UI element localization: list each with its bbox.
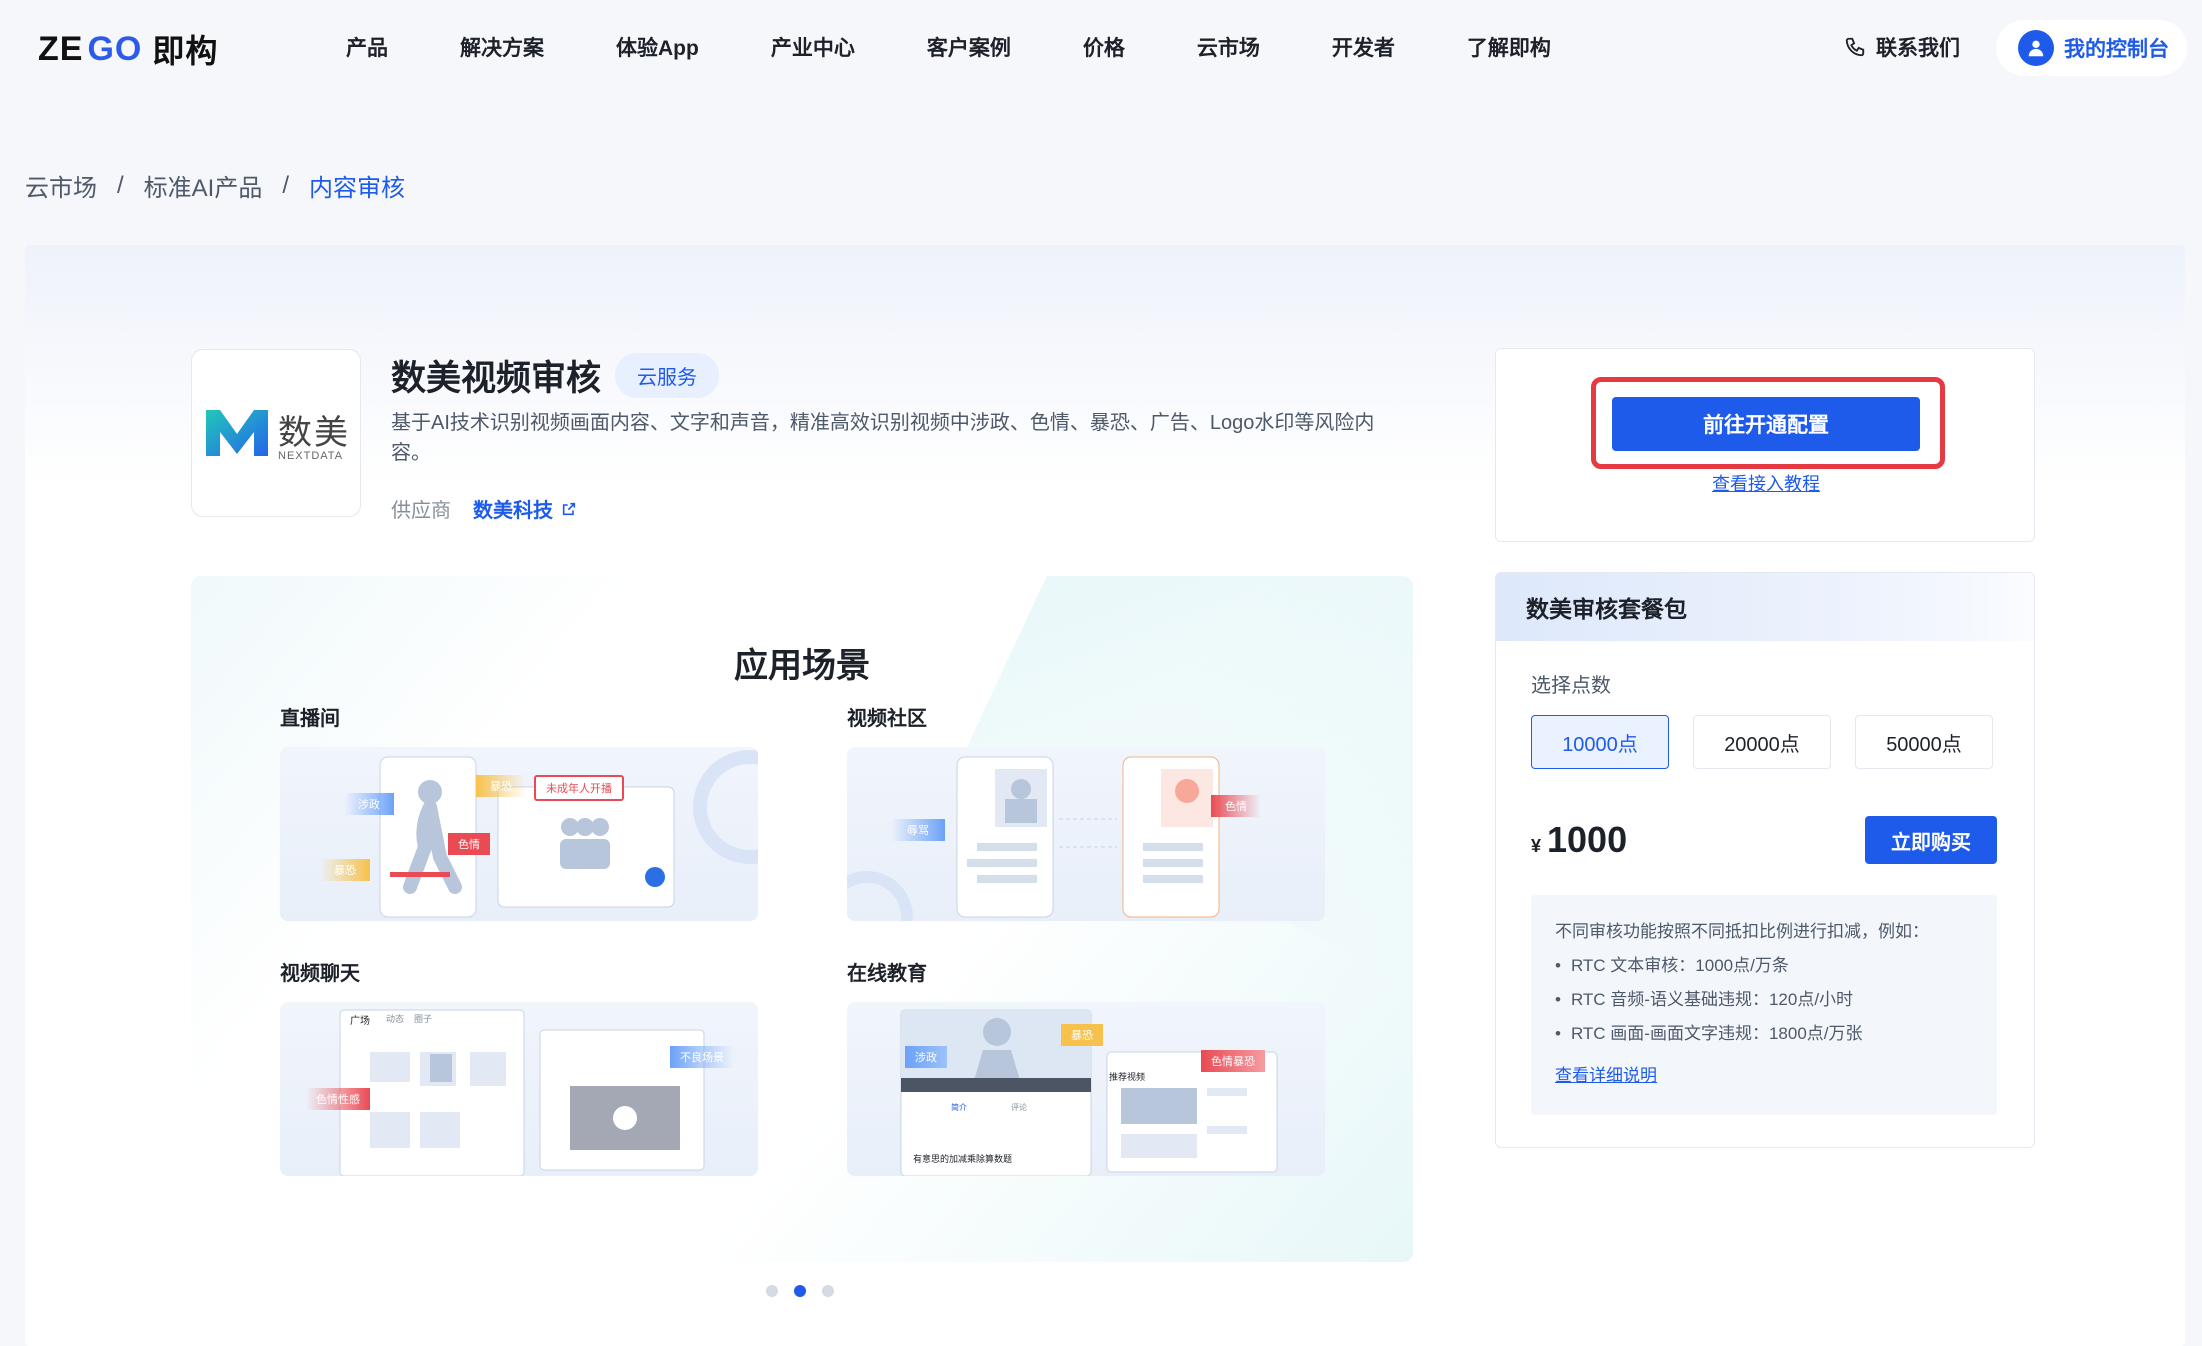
tag-bad-scene: 不良场景 [670, 1046, 734, 1068]
supplier-label: 供应商 [391, 500, 451, 522]
points-option-10000[interactable]: 10000点 [1531, 715, 1669, 769]
tag-porn-violence: 色情暴恐 [1201, 1050, 1265, 1072]
subtab-comments: 评论 [1011, 1103, 1027, 1112]
logo-cn: 即构 [152, 33, 219, 69]
logo-latin-ze: ZE [38, 29, 84, 68]
note-item: RTC 音频-语义基础违规：120点/小时 [1555, 983, 1973, 1017]
breadcrumb: 云市场 / 标准AI产品 / 内容审核 [25, 168, 405, 203]
breadcrumb-item-current: 内容审核 [309, 175, 406, 202]
tab-moments: 动态 [386, 1014, 405, 1024]
note-item: RTC 画面-画面文字违规：1800点/万张 [1555, 1017, 1973, 1051]
product-logo-text: 数美 [278, 413, 350, 452]
user-avatar-icon [2018, 30, 2054, 66]
nav-menu: 产品 解决方案 体验App 产业中心 客户案例 价格 云市场 开发者 了解即构 [346, 32, 1623, 62]
nav-item-marketplace[interactable]: 云市场 [1197, 32, 1260, 62]
carousel-pager [766, 1285, 834, 1297]
tag-porn: 色情 [1211, 795, 1261, 817]
package-card: 数美审核套餐包 选择点数 10000点 20000点 50000点 ¥ 1000… [1495, 572, 2035, 1148]
nav-item-about[interactable]: 了解即构 [1467, 32, 1551, 62]
nav-item-pricing[interactable]: 价格 [1083, 32, 1125, 62]
go-to-setup-button[interactable]: 前往开通配置 [1612, 397, 1920, 451]
supplier-row: 供应商 数美科技 [391, 494, 577, 523]
cta-card: 前往开通配置 查看接入教程 [1495, 348, 2035, 542]
pager-dot-3[interactable] [822, 1285, 834, 1297]
pager-dot-1[interactable] [766, 1285, 778, 1297]
scenarios-carousel: 应用场景 直播间 未成年人开播 涉政 暴恐 色情 暴恐 视频社区 辱骂 色情 视… [191, 576, 1413, 1262]
tab-plaza: 广场 [350, 1016, 370, 1027]
tab-circles: 圈子 [414, 1014, 433, 1024]
tag-politics: 涉政 [344, 793, 394, 815]
brand-logo[interactable]: ZE GO 即构 [38, 26, 218, 72]
scenario-image: 广场 动态 圈子 色情性感 不良场景 [280, 1002, 758, 1176]
education-caption: 有意思的加减乘除算数题 [913, 1154, 1013, 1164]
scenario-online-education: 在线教育 涉政 暴恐 色情暴恐 推荐视频 简介 评论 有意思的加减乘除算数题 [847, 957, 1325, 1176]
scenarios-title: 应用场景 [734, 647, 870, 685]
nav-item-developers[interactable]: 开发者 [1332, 32, 1395, 62]
scenario-label: 视频聊天 [280, 963, 360, 985]
minor-broadcast-warning: 未成年人开播 [534, 775, 624, 801]
breadcrumb-item-marketplace[interactable]: 云市场 [25, 168, 97, 203]
contact-us-link[interactable]: 联系我们 [1844, 32, 1960, 62]
console-label: 我的控制台 [2064, 38, 2169, 61]
price-value: 1000 [1547, 819, 1628, 860]
scenario-image: 辱骂 色情 [847, 747, 1325, 921]
pager-dot-2[interactable] [794, 1285, 806, 1297]
breadcrumb-item-ai-products[interactable]: 标准AI产品 [144, 168, 263, 203]
product-header: 数美视频审核 云服务 [391, 350, 720, 401]
breadcrumb-separator: / [282, 171, 290, 199]
currency-symbol: ¥ [1531, 836, 1542, 856]
scenario-image: 未成年人开播 涉政 暴恐 色情 暴恐 [280, 747, 758, 921]
view-details-link[interactable]: 查看详细说明 [1555, 1059, 1657, 1093]
scenario-label: 视频社区 [847, 708, 927, 730]
view-tutorial-link[interactable]: 查看接入教程 [1496, 470, 2036, 496]
tag-politics: 涉政 [905, 1046, 947, 1068]
scenario-video-chat: 视频聊天 广场 动态 圈子 色情性感 不良场景 [280, 957, 758, 1176]
nav-item-demo-app[interactable]: 体验App [616, 32, 699, 62]
nav-item-products[interactable]: 产品 [346, 32, 388, 62]
nav-item-cases[interactable]: 客户案例 [927, 32, 1011, 62]
phone-icon [1845, 37, 1865, 57]
shumei-logo-icon [206, 410, 268, 456]
subtab-intro: 简介 [951, 1103, 967, 1112]
supplier-name: 数美科技 [473, 500, 553, 522]
tag-violence: 暴恐 [476, 775, 526, 797]
nav-item-solutions[interactable]: 解决方案 [460, 32, 544, 62]
scenario-image: 涉政 暴恐 色情暴恐 推荐视频 简介 评论 有意思的加减乘除算数题 [847, 1002, 1325, 1176]
product-tag: 云服务 [615, 353, 720, 398]
buy-now-button[interactable]: 立即购买 [1865, 816, 1997, 864]
scenario-video-community: 视频社区 辱骂 色情 [847, 702, 1325, 921]
price: ¥ 1000 [1531, 819, 1627, 861]
nav-item-industry[interactable]: 产业中心 [771, 32, 855, 62]
logo-latin-go: GO [87, 29, 143, 68]
external-link-icon [562, 502, 576, 515]
console-button[interactable]: 我的控制台 [1996, 20, 2187, 76]
product-logo: 数美 NEXTDATA [191, 349, 361, 517]
tag-violence: 暴恐 [1061, 1024, 1103, 1046]
points-options: 10000点 20000点 50000点 [1531, 715, 1993, 769]
notes-intro: 不同审核功能按照不同抵扣比例进行扣减，例如： [1555, 922, 1929, 941]
contact-us-label: 联系我们 [1876, 37, 1960, 60]
recommended-videos-label: 推荐视频 [1109, 1072, 1146, 1082]
scenario-label: 直播间 [280, 708, 340, 730]
select-points-label: 选择点数 [1531, 675, 1611, 697]
supplier-link[interactable]: 数美科技 [473, 494, 577, 523]
note-item: RTC 文本审核：1000点/万条 [1555, 949, 1973, 983]
scenario-live-room: 直播间 未成年人开播 涉政 暴恐 色情 暴恐 [280, 702, 758, 921]
top-nav: ZE GO 即构 产品 解决方案 体验App 产业中心 客户案例 价格 云市场 开… [0, 0, 2202, 96]
breadcrumb-separator: / [117, 171, 124, 199]
product-title: 数美视频审核 [391, 359, 602, 398]
points-option-20000[interactable]: 20000点 [1693, 715, 1831, 769]
tag-porn-sexy: 色情性感 [306, 1088, 370, 1110]
scenario-label: 在线教育 [847, 963, 927, 985]
points-option-50000[interactable]: 50000点 [1855, 715, 1993, 769]
product-description: 基于AI技术识别视频画面内容、文字和声音，精准高效识别视频中涉政、色情、暴恐、广… [391, 412, 1375, 464]
tag-abuse: 辱骂 [891, 819, 945, 841]
package-notes: 不同审核功能按照不同抵扣比例进行扣减，例如： RTC 文本审核：1000点/万条… [1531, 895, 1997, 1115]
package-title: 数美审核套餐包 [1496, 573, 2034, 641]
tag-porn: 色情 [448, 833, 490, 855]
product-logo-subtext: NEXTDATA [278, 449, 344, 462]
tag-violence-2: 暴恐 [320, 859, 370, 881]
